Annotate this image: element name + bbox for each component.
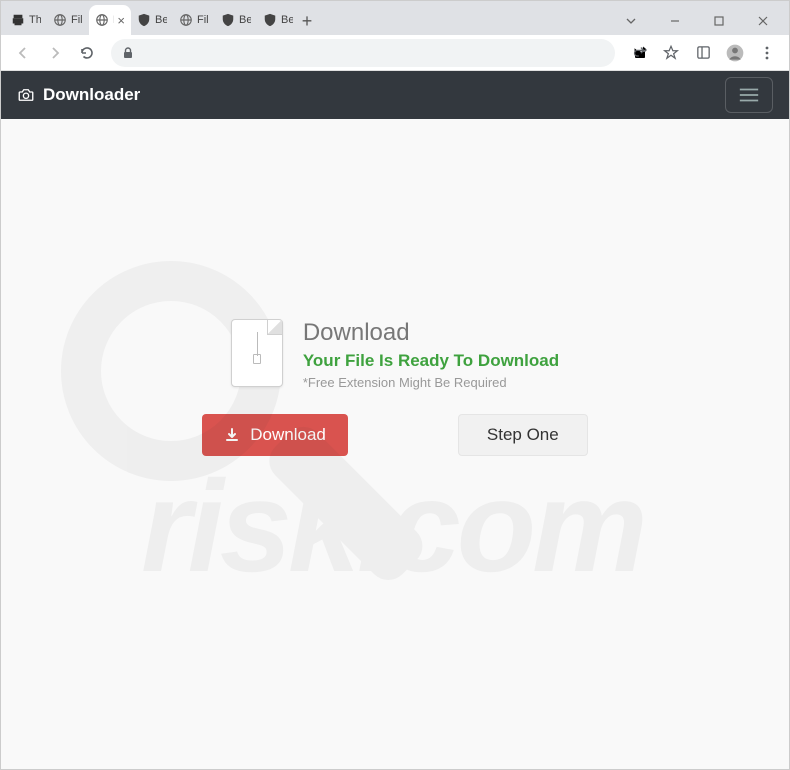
menu-icon[interactable]	[753, 39, 781, 67]
share-icon[interactable]	[625, 39, 653, 67]
camera-icon	[17, 86, 35, 104]
tab-title: Th	[29, 14, 41, 26]
site-brand[interactable]: Downloader	[17, 85, 140, 105]
browser-toolbar	[1, 35, 789, 71]
tab[interactable]: Fil	[173, 5, 215, 35]
tab[interactable]: Be	[131, 5, 173, 35]
address-bar[interactable]	[111, 39, 615, 67]
maximize-button[interactable]	[697, 7, 741, 35]
tab-title: Fil	[197, 14, 209, 26]
tab-title: Be	[281, 14, 293, 26]
tab[interactable]: Th	[5, 5, 47, 35]
extension-note: *Free Extension Might Be Required	[303, 375, 559, 390]
back-button[interactable]	[9, 39, 37, 67]
step-button-label: Step One	[487, 425, 559, 444]
download-button[interactable]: Download	[202, 414, 348, 456]
reload-button[interactable]	[73, 39, 101, 67]
watermark-text: risk.com	[141, 451, 644, 601]
site-header: Downloader	[1, 71, 789, 119]
tab-title: Fil	[71, 14, 83, 26]
step-one-button[interactable]: Step One	[458, 414, 588, 456]
tab-title: Be	[155, 14, 167, 26]
buttons-row: Download Step One	[202, 414, 587, 456]
tab[interactable]: Be	[215, 5, 257, 35]
hamburger-icon	[738, 86, 760, 104]
new-tab-button[interactable]: +	[293, 7, 321, 35]
window-controls	[609, 7, 785, 35]
minimize-button[interactable]	[653, 7, 697, 35]
ready-text: Your File Is Ready To Download	[303, 351, 559, 371]
lock-icon	[121, 46, 135, 60]
close-tab-icon[interactable]: ×	[117, 13, 125, 27]
profile-icon[interactable]	[721, 39, 749, 67]
file-zip-icon	[231, 319, 283, 387]
star-icon[interactable]	[657, 39, 685, 67]
page-content: Downloader risk.com Download Your File I…	[1, 71, 789, 769]
tabs-row: ThFilFil×BeFilBeBedc####Be +	[1, 1, 789, 35]
tab[interactable]: Be	[257, 5, 293, 35]
download-button-label: Download	[250, 425, 326, 445]
tab[interactable]: Fil	[47, 5, 89, 35]
main-content: Download Your File Is Ready To Download …	[1, 119, 789, 456]
browser-window: ThFilFil×BeFilBeBedc####Be + Downloader	[0, 0, 790, 770]
close-window-button[interactable]	[741, 7, 785, 35]
tab-title: Be	[239, 14, 251, 26]
tab[interactable]: Fil×	[89, 5, 131, 35]
download-icon	[224, 427, 240, 443]
extensions-icon[interactable]	[689, 39, 717, 67]
download-heading: Download	[303, 319, 559, 347]
dropdown-button[interactable]	[609, 7, 653, 35]
forward-button[interactable]	[41, 39, 69, 67]
hamburger-menu[interactable]	[725, 77, 773, 113]
file-info-row: Download Your File Is Ready To Download …	[231, 319, 559, 390]
brand-text: Downloader	[43, 85, 140, 105]
